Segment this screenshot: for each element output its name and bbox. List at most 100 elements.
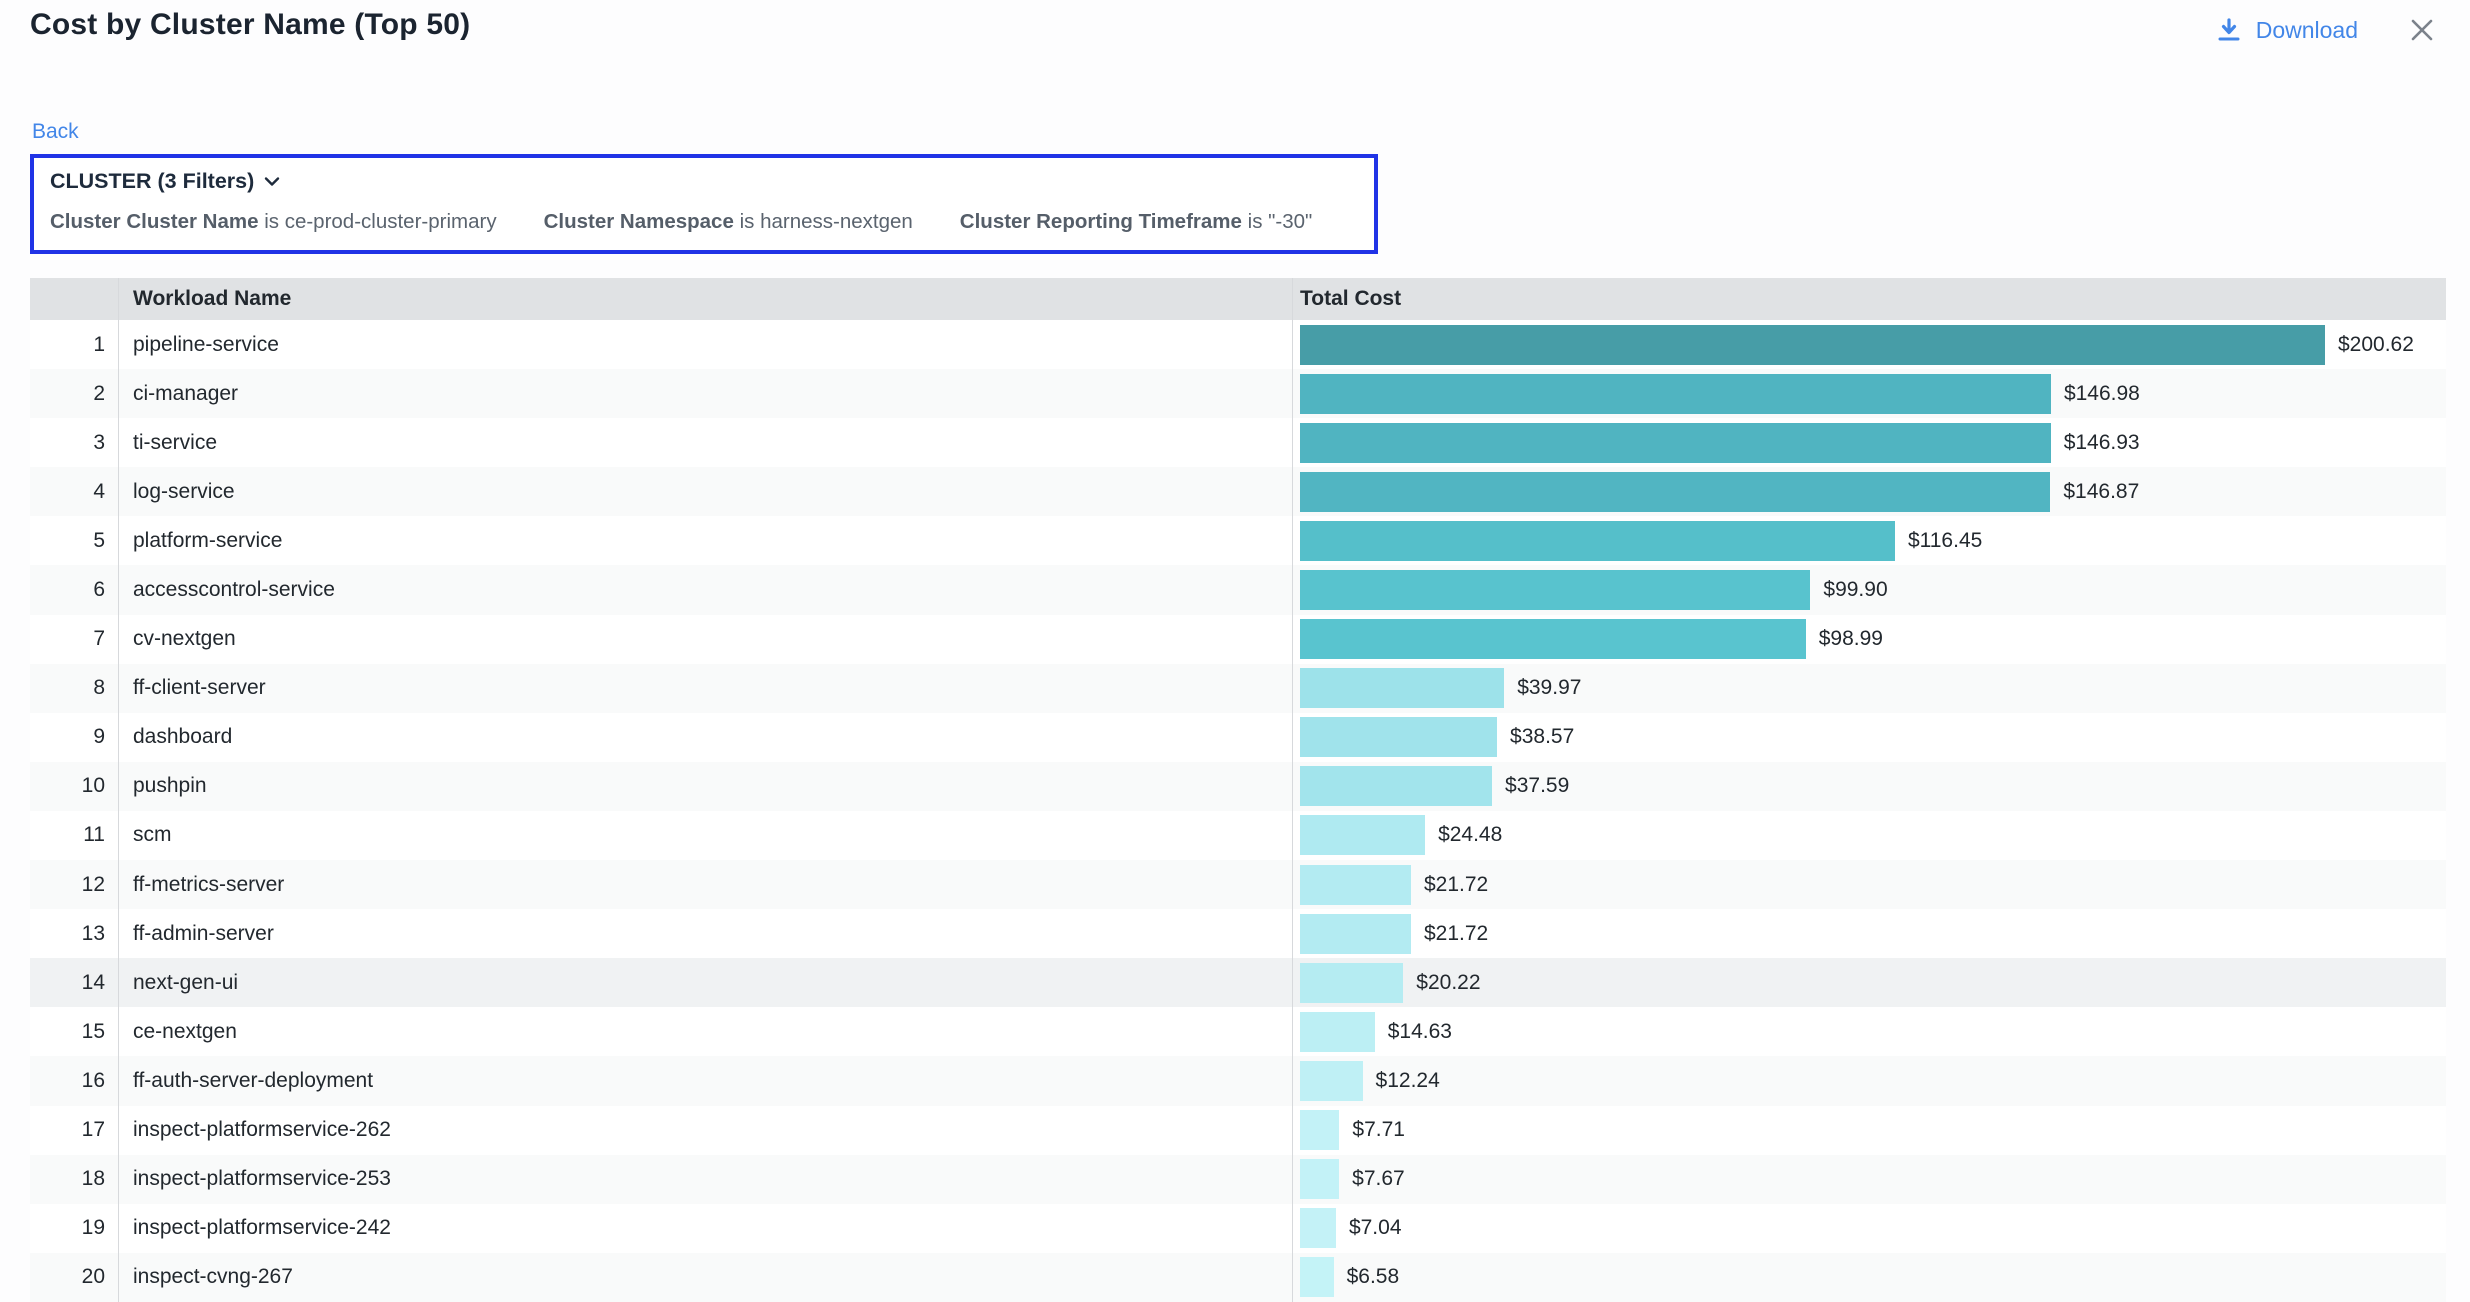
filter-condition: Cluster Reporting Timeframe is "-30" — [960, 210, 1313, 234]
download-button[interactable]: Download — [2215, 16, 2358, 44]
cluster-filter-group: CLUSTER (3 Filters) Cluster Cluster Name… — [30, 154, 1378, 254]
table-row[interactable]: 16ff-auth-server-deployment$12.24 — [30, 1056, 2446, 1105]
total-cost-cell: $20.22 — [1292, 963, 2446, 1003]
table-row[interactable]: 14next-gen-ui $20.22 — [30, 958, 2446, 1007]
workload-name: inspect-platformservice-242 — [118, 1216, 1292, 1240]
table-row[interactable]: 5platform-service$116.45 — [30, 516, 2446, 565]
table-row[interactable]: 1pipeline-service$200.62 — [30, 320, 2446, 369]
cost-bar — [1300, 963, 1403, 1003]
filter-condition: Cluster Namespace is harness-nextgen — [544, 210, 913, 234]
cost-bar — [1300, 815, 1425, 855]
cost-value: $21.72 — [1424, 873, 1488, 897]
table-row[interactable]: 10pushpin$37.59 — [30, 762, 2446, 811]
workload-name-column-header: Workload Name — [118, 287, 1292, 311]
workload-name: ff-admin-server — [118, 922, 1292, 946]
total-cost-cell: $14.63 — [1292, 1012, 2446, 1052]
row-rank: 16 — [30, 1069, 118, 1093]
cost-value: $21.72 — [1424, 922, 1488, 946]
table-row[interactable]: 11scm$24.48 — [30, 811, 2446, 860]
workload-name: next-gen-ui — [118, 971, 1292, 995]
filter-field: Cluster Cluster Name — [50, 210, 258, 233]
workload-name: ff-client-server — [118, 676, 1292, 700]
row-rank: 7 — [30, 627, 118, 651]
row-rank: 11 — [30, 823, 118, 847]
row-rank: 3 — [30, 431, 118, 455]
total-cost-cell: $200.62 — [1292, 325, 2446, 365]
row-rank: 13 — [30, 922, 118, 946]
cost-bar — [1300, 1012, 1375, 1052]
row-rank: 20 — [30, 1265, 118, 1289]
total-cost-cell: $21.72 — [1292, 914, 2446, 954]
workload-name: inspect-platformservice-253 — [118, 1167, 1292, 1191]
filter-text: is ce-prod-cluster-primary — [264, 210, 496, 233]
total-cost-cell: $6.58 — [1292, 1257, 2446, 1297]
table-row[interactable]: 3ti-service$146.93 — [30, 418, 2446, 467]
table-row[interactable]: 20inspect-cvng-267$6.58 — [30, 1253, 2446, 1302]
workload-name: cv-nextgen — [118, 627, 1292, 651]
close-button[interactable] — [2408, 16, 2436, 44]
cost-bar — [1300, 1061, 1363, 1101]
table-row[interactable]: 15ce-nextgen$14.63 — [30, 1007, 2446, 1056]
total-cost-cell: $146.98 — [1292, 374, 2446, 414]
cost-bar — [1300, 1110, 1339, 1150]
table-row[interactable]: 13ff-admin-server $21.72 — [30, 909, 2446, 958]
table-row[interactable]: 18inspect-platformservice-253$7.67 — [30, 1155, 2446, 1204]
filter-field: Cluster Namespace — [544, 210, 734, 233]
row-rank: 9 — [30, 725, 118, 749]
filter-condition: Cluster Cluster Name is ce-prod-cluster-… — [50, 210, 497, 234]
download-icon — [2215, 16, 2243, 44]
cost-bar — [1300, 521, 1895, 561]
workload-name: ce-nextgen — [118, 1020, 1292, 1044]
table-row[interactable]: 8ff-client-server$39.97 — [30, 664, 2446, 713]
cost-bar — [1300, 1208, 1336, 1248]
column-divider — [1292, 278, 1293, 1302]
cost-bar — [1300, 423, 2051, 463]
cost-bar — [1300, 914, 1411, 954]
total-cost-cell: $24.48 — [1292, 815, 2446, 855]
workload-name: pipeline-service — [118, 333, 1292, 357]
workload-name: log-service — [118, 480, 1292, 504]
workload-name: platform-service — [118, 529, 1292, 553]
cost-bar — [1300, 619, 1806, 659]
cost-value: $39.97 — [1517, 676, 1581, 700]
cost-value: $7.04 — [1349, 1216, 1402, 1240]
table-row[interactable]: 12ff-metrics-server$21.72 — [30, 860, 2446, 909]
table-row[interactable]: 6accesscontrol-service$99.90 — [30, 565, 2446, 614]
row-rank: 18 — [30, 1167, 118, 1191]
cost-bar — [1300, 1257, 1334, 1297]
back-link[interactable]: Back — [32, 120, 79, 144]
total-cost-cell: $116.45 — [1292, 521, 2446, 561]
total-cost-cell: $37.59 — [1292, 766, 2446, 806]
chevron-down-icon — [264, 176, 280, 187]
page-title: Cost by Cluster Name (Top 50) — [30, 8, 470, 42]
cost-value: $20.22 — [1416, 971, 1480, 995]
cost-value: $14.63 — [1388, 1020, 1452, 1044]
total-cost-cell: $98.99 — [1292, 619, 2446, 659]
row-rank: 4 — [30, 480, 118, 504]
total-cost-cell: $21.72 — [1292, 865, 2446, 905]
table-body: 1pipeline-service$200.622ci-manager$146.… — [30, 320, 2446, 1302]
row-rank: 14 — [30, 971, 118, 995]
cluster-filter-dropdown[interactable]: CLUSTER (3 Filters) — [50, 169, 280, 194]
workload-name: inspect-platformservice-262 — [118, 1118, 1292, 1142]
workload-name: ff-auth-server-deployment — [118, 1069, 1292, 1093]
header-actions: Download — [2215, 16, 2436, 44]
row-rank: 6 — [30, 578, 118, 602]
total-cost-cell: $7.71 — [1292, 1110, 2446, 1150]
cost-value: $146.87 — [2063, 480, 2139, 504]
cost-value: $7.71 — [1352, 1118, 1405, 1142]
cost-value: $37.59 — [1505, 774, 1569, 798]
filter-group-label: CLUSTER (3 Filters) — [50, 169, 254, 194]
table-row[interactable]: 7cv-nextgen$98.99 — [30, 615, 2446, 664]
table-header: Workload Name Total Cost — [30, 278, 2446, 320]
table-row[interactable]: 17inspect-platformservice-262$7.71 — [30, 1106, 2446, 1155]
table-row[interactable]: 4log-service $146.87 — [30, 467, 2446, 516]
workload-name: ti-service — [118, 431, 1292, 455]
workload-name: scm — [118, 823, 1292, 847]
table-row[interactable]: 2ci-manager$146.98 — [30, 369, 2446, 418]
total-cost-cell: $146.87 — [1292, 472, 2446, 512]
workload-name: pushpin — [118, 774, 1292, 798]
table-row[interactable]: 19inspect-platformservice-242$7.04 — [30, 1204, 2446, 1253]
table-row[interactable]: 9dashboard$38.57 — [30, 713, 2446, 762]
cost-bar — [1300, 668, 1504, 708]
